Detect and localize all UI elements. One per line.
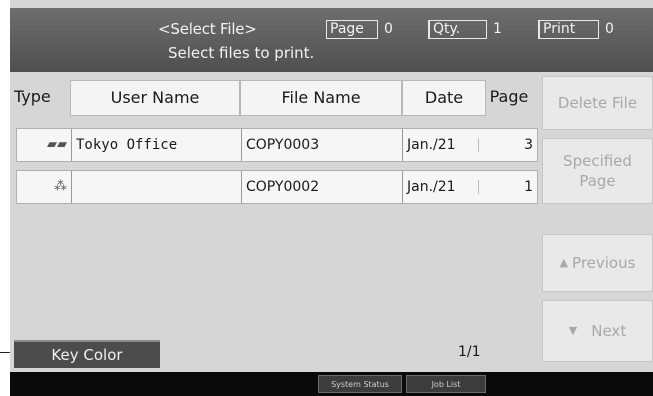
status-bar: System Status Job List [10, 372, 653, 396]
print-counter-value: 0 [605, 21, 614, 37]
row-file-name: COPY0003 [241, 129, 406, 161]
column-header-type: Type [14, 87, 51, 106]
job-list-button[interactable]: Job List [406, 375, 486, 393]
row-page-count: 1 [524, 179, 533, 195]
row-user-name: Tokyo Office [71, 129, 246, 161]
row-page-count: 3 [524, 137, 533, 153]
previous-label: Previous [572, 254, 636, 272]
up-arrow-icon: ▲ [559, 256, 569, 269]
screen-subtitle: Select files to print. [168, 44, 315, 62]
next-label: Next [591, 322, 627, 340]
printer-icon: ▰▰ [47, 137, 67, 152]
specified-page-label-line1: Specified [563, 152, 632, 170]
column-header-file-name[interactable]: File Name [240, 80, 402, 116]
page-counter: Page 0 [326, 20, 393, 39]
row-file-name: COPY0002 [241, 171, 406, 203]
print-counter: Print 0 [538, 20, 614, 39]
page-indicator: 1/1 [458, 344, 481, 360]
specified-page-label-line2: Page [579, 172, 616, 190]
page-counter-label: Page [326, 20, 378, 39]
page-counter-value: 0 [384, 21, 393, 37]
next-button[interactable]: ▼ Next [542, 300, 653, 362]
column-header-page: Page [489, 87, 529, 106]
previous-button[interactable]: ▲ Previous [542, 234, 653, 292]
delete-file-label: Delete File [557, 94, 638, 112]
key-color-label: Key Color [14, 340, 160, 368]
network-icon: ⁂ [54, 179, 67, 194]
panel-screen: <Select File> Select files to print. Pag… [10, 0, 653, 396]
print-counter-label: Print [538, 20, 599, 39]
qty-counter: Qty. 1 [428, 20, 502, 39]
system-status-button[interactable]: System Status [318, 375, 402, 393]
specified-page-button[interactable]: Specified Page [542, 138, 653, 204]
file-row[interactable]: ▰▰ Tokyo Office COPY0003 Jan./21 3 [16, 128, 538, 162]
screen-title: <Select File> [158, 20, 257, 38]
qty-counter-value: 1 [493, 21, 502, 37]
qty-counter-label: Qty. [428, 20, 487, 39]
down-arrow-icon: ▼ [568, 324, 578, 337]
delete-file-button[interactable]: Delete File [542, 76, 653, 130]
row-user-name [71, 171, 246, 203]
column-header-date[interactable]: Date [402, 80, 486, 116]
column-header-user-name[interactable]: User Name [70, 80, 240, 116]
row-date: Jan./21 [402, 171, 493, 203]
file-row[interactable]: ⁂ COPY0002 Jan./21 1 [16, 170, 538, 204]
row-date: Jan./21 [402, 129, 493, 161]
header-bar: <Select File> Select files to print. Pag… [10, 8, 653, 72]
